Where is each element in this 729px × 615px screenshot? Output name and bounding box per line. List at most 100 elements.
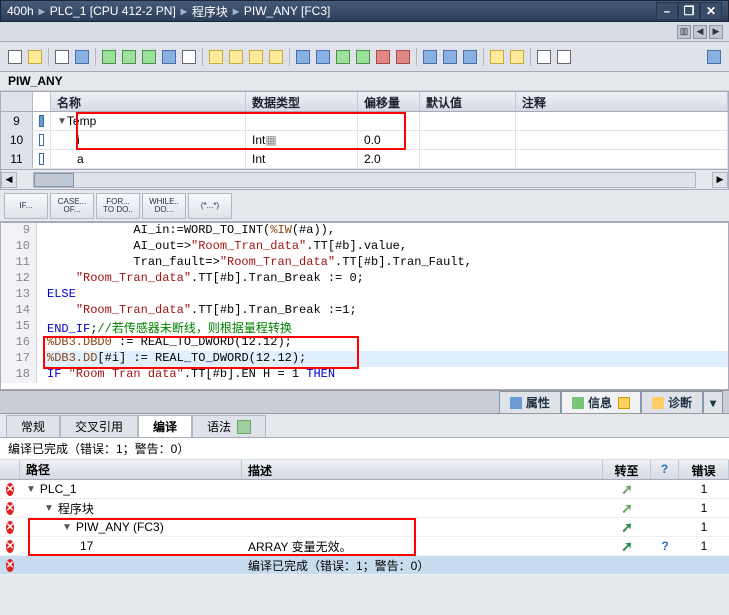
code-line[interactable]: 14 "Room_Tran_data".TT[#b].Tran_Break :=… [1,303,728,319]
table-row[interactable]: 9▼ Temp [1,112,728,131]
result-row[interactable]: ✕▼PIW_ANY (FC3)➚1 [0,518,729,537]
snippet-if[interactable]: IF... [4,193,48,219]
tool-icon[interactable] [376,50,390,64]
snippet-toolbar: IF... CASE...OF... FOR...TO DO.. WHILE..… [0,190,729,222]
tag-icon [39,153,44,165]
code-line[interactable]: 11 Tran_fault=>"Room_Tran_data".TT[#b].T… [1,255,728,271]
col-desc[interactable]: 描述 [242,460,603,479]
tool-icon[interactable] [142,50,156,64]
col-name[interactable]: 名称 [51,92,246,111]
code-editor[interactable]: 9 AI_in:=WORD_TO_INT(%IW(#a)),10 AI_out=… [0,222,729,390]
tool-icon[interactable] [423,50,437,64]
col-path[interactable]: 路径 [20,460,242,479]
col-comment[interactable]: 注释 [516,92,728,111]
tab-diagnostics[interactable]: 诊断 [641,391,703,413]
save-icon[interactable] [55,50,69,64]
result-row[interactable]: ✕▼程序块➚1 [0,499,729,518]
error-icon: ✕ [6,559,14,572]
caret-left-icon[interactable]: ◀ [693,25,707,39]
collapse-button[interactable]: ▾ [703,391,723,413]
col-errors[interactable]: 错误 [679,460,729,479]
goto-icon[interactable]: ➚ [621,500,633,516]
subtab-compile[interactable]: 编译 [138,415,192,437]
tool-icon[interactable] [28,50,42,64]
col-goto[interactable]: 转至 [603,460,651,479]
minimize-button[interactable]: – [656,2,678,20]
tool-icon[interactable] [269,50,283,64]
tab-properties[interactable]: 属性 [499,391,561,413]
indent-icon[interactable] [296,50,310,64]
tool-icon[interactable] [510,50,524,64]
tool-icon[interactable] [443,50,457,64]
result-row[interactable]: ✕编译已完成（错误：1；警告：0） [0,556,729,575]
tool-icon[interactable] [122,50,136,64]
subtab-xref[interactable]: 交叉引用 [60,415,138,437]
window-split-icon[interactable]: ▥ [677,25,691,39]
tool-icon[interactable] [490,50,504,64]
code-line[interactable]: 16%DB3.DBD0 := REAL_TO_DWORD(12.12); [1,335,728,351]
tool-icon[interactable] [336,50,350,64]
snippet-while[interactable]: WHILE..DO... [142,193,186,219]
tool-icon[interactable] [249,50,263,64]
col-offset[interactable]: 偏移量 [358,92,420,111]
compile-status: 编译已完成（错误：1；警告：0） [0,438,729,460]
gear-icon [510,397,522,409]
col-default[interactable]: 默认值 [420,92,516,111]
subtab-general[interactable]: 常规 [6,415,60,437]
snippet-case[interactable]: CASE...OF... [50,193,94,219]
download-icon[interactable] [162,50,176,64]
info-icon [572,397,584,409]
layout-icon[interactable] [707,50,721,64]
undo-icon[interactable] [209,50,223,64]
code-line[interactable]: 12 "Room_Tran_data".TT[#b].Tran_Break :=… [1,271,728,287]
code-line[interactable]: 17%DB3.DD[#i] := REAL_TO_DWORD(12.12); [1,351,728,367]
crumb-3[interactable]: PIW_ANY [FC3] [244,4,330,18]
error-icon: ✕ [6,502,14,515]
error-icon: ✕ [6,540,14,553]
outdent-icon[interactable] [316,50,330,64]
tool-icon[interactable] [102,50,116,64]
tool-icon[interactable] [182,50,196,64]
goto-icon[interactable]: ➚ [621,481,633,497]
tool-icon[interactable] [396,50,410,64]
snippet-comment[interactable]: (*...*) [188,193,232,219]
tag-icon [39,115,44,127]
code-line[interactable]: 10 AI_out=>"Room_Tran_data".TT[#b].value… [1,239,728,255]
table-row[interactable]: 10iInt ▦0.0 [1,131,728,150]
code-line[interactable]: 13ELSE [1,287,728,303]
code-line[interactable]: 18IF "Room Tran data".TT[#b].EN H = 1 TH… [1,367,728,383]
tool-icon[interactable] [8,50,22,64]
snippet-for[interactable]: FOR...TO DO.. [96,193,140,219]
subtab-syntax[interactable]: 语法 [192,415,266,437]
result-row[interactable]: ✕▼PLC_1➚1 [0,480,729,499]
col-help[interactable]: ? [651,460,679,479]
goto-icon[interactable]: ➚ [621,538,633,554]
tool-icon[interactable] [356,50,370,64]
tab-info[interactable]: 信息 [561,391,641,413]
tool-icon[interactable] [463,50,477,64]
warning-icon [618,397,630,409]
refresh-icon[interactable] [237,420,251,434]
block-name: PIW_ANY [0,72,729,91]
redo-icon[interactable] [229,50,243,64]
col-type[interactable]: 数据类型 [246,92,358,111]
tool-icon[interactable] [75,50,89,64]
close-button[interactable]: ✕ [700,2,722,20]
tool-icon[interactable] [557,50,571,64]
tool-icon[interactable] [537,50,551,64]
variable-table: 名称 数据类型 偏移量 默认值 注释 9▼ Temp10iInt ▦0.011a… [0,91,729,170]
code-line[interactable]: 9 AI_in:=WORD_TO_INT(%IW(#a)), [1,223,728,239]
table-scrollbar[interactable]: ◀ ▶ [0,170,729,190]
crumb-1[interactable]: PLC_1 [CPU 412-2 PN] [50,4,176,18]
code-line[interactable]: 15END_IF;//若传感器未断线，则根据量程转换 [1,319,728,335]
error-icon: ✕ [6,483,14,496]
caret-right-icon[interactable]: ▶ [709,25,723,39]
inspector-tabs: 属性 信息 诊断 ▾ [0,390,729,414]
maximize-button[interactable]: ❐ [678,2,700,20]
goto-icon[interactable]: ➚ [621,519,633,535]
crumb-2[interactable]: 程序块 [192,3,228,20]
results-header: 路径 描述 转至 ? 错误 [0,460,729,480]
crumb-0[interactable]: 400h [7,4,34,18]
table-row[interactable]: 11aInt2.0 [1,150,728,169]
result-row[interactable]: ✕17ARRAY 变量无效。➚?1 [0,537,729,556]
